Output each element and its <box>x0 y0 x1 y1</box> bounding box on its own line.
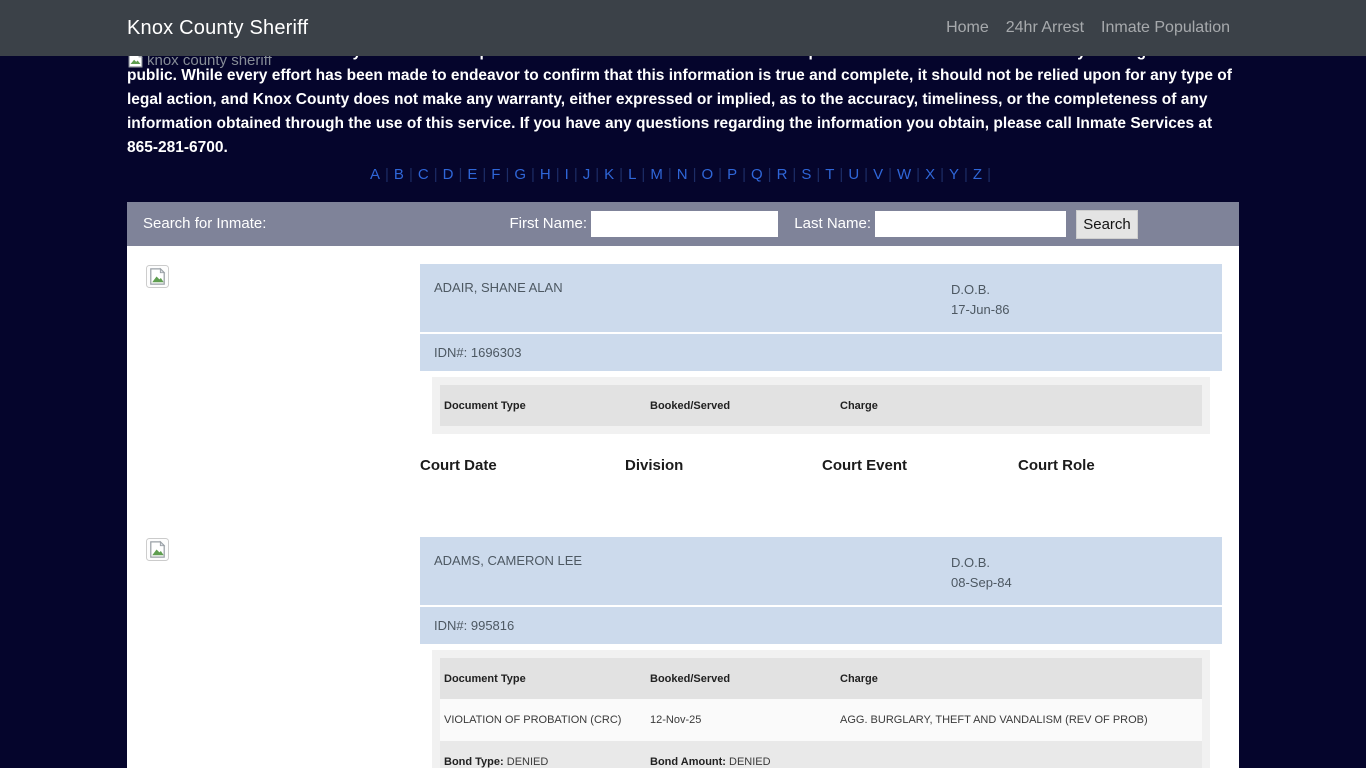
dob-block: D.O.B. 17-Jun-86 <box>951 280 1010 320</box>
inmate-name-panel[interactable]: ADAIR, SHANE ALAN D.O.B. 17-Jun-86 <box>420 264 1222 332</box>
search-button[interactable]: Search <box>1076 210 1138 239</box>
col-charge: Charge <box>840 672 878 685</box>
document-table: Document Type Booked/Served Charge VIOLA… <box>432 650 1210 768</box>
last-name-label: Last Name: <box>794 215 871 232</box>
bond-type-cell: Bond Type: DENIED <box>440 756 650 768</box>
col-document-type: Document Type <box>444 672 526 685</box>
alphabet-link[interactable]: R <box>777 166 802 183</box>
idn-value: 995816 <box>470 618 515 633</box>
bond-amount-label: Bond Amount: <box>650 755 726 768</box>
document-table-header: Document Type Booked/Served Charge <box>440 385 1202 426</box>
alphabet-links: ABCDEFGHIJKLMNOPQRSTUVWXYZ <box>127 162 1239 186</box>
alphabet-link[interactable]: J <box>583 166 604 183</box>
alphabet-link[interactable]: H <box>540 166 565 183</box>
navbar-links: Home 24hr Arrest Inmate Population <box>946 0 1230 56</box>
col-court-date: Court Date <box>420 456 497 474</box>
dob-value: 08-Sep-84 <box>951 575 1012 590</box>
charge-document-type: VIOLATION OF PROBATION (CRC) <box>444 714 622 726</box>
bond-type-value: DENIED <box>506 755 549 768</box>
broken-photo-icon <box>146 538 169 561</box>
first-name-input[interactable] <box>591 211 778 237</box>
nav-link[interactable]: Home <box>946 19 989 37</box>
charge-row: VIOLATION OF PROBATION (CRC) 12-Nov-25 A… <box>440 699 1202 741</box>
alphabet-link[interactable]: U <box>848 166 873 183</box>
charge-booked-served: 12-Nov-25 <box>650 714 702 726</box>
alphabet-link[interactable]: Y <box>949 166 973 183</box>
brand-title[interactable]: Knox County Sheriff <box>127 0 308 56</box>
alphabet-link[interactable]: A <box>370 166 394 183</box>
col-booked-served: Booked/Served <box>650 672 731 685</box>
col-court-role: Court Role <box>1018 456 1095 474</box>
alphabet-link[interactable]: Q <box>751 166 777 183</box>
col-division: Division <box>625 456 684 474</box>
inmate-name-panel[interactable]: ADAMS, CAMERON LEE D.O.B. 08-Sep-84 <box>420 537 1222 605</box>
first-name-label: First Name: <box>509 215 587 232</box>
inmate-search-bar: Search for Inmate: First Name: Last Name… <box>127 202 1239 246</box>
col-court-event: Court Event <box>822 456 908 474</box>
alphabet-link[interactable]: C <box>418 166 443 183</box>
bond-amount-value: DENIED <box>729 755 771 768</box>
alphabet-link[interactable]: N <box>677 166 702 183</box>
alphabet-link[interactable]: L <box>628 166 650 183</box>
idn-label: IDN#: <box>434 345 468 360</box>
alphabet-link[interactable]: T <box>825 166 848 183</box>
inmate-name: ADAIR, SHANE ALAN <box>434 280 563 295</box>
court-table-header: Court Date Division Court Event Court Ro… <box>420 450 1222 480</box>
idn-row: IDN#: 995816 <box>420 607 1222 644</box>
alphabet-link[interactable]: X <box>925 166 949 183</box>
col-charge: Charge <box>840 399 878 412</box>
broken-photo-icon <box>146 265 169 288</box>
alphabet-link[interactable]: D <box>443 166 468 183</box>
inmate-results: ADAIR, SHANE ALAN D.O.B. 17-Jun-86 IDN#:… <box>127 246 1239 768</box>
last-name-input[interactable] <box>875 211 1066 237</box>
alphabet-link[interactable]: V <box>873 166 897 183</box>
dob-label: D.O.B. <box>951 555 991 570</box>
charge-description: AGG. BURGLARY, THEFT AND VANDALISM (REV … <box>840 714 1148 726</box>
alphabet-link[interactable]: W <box>897 166 925 183</box>
alphabet-link[interactable]: B <box>394 166 418 183</box>
alphabet-link[interactable]: S <box>801 166 825 183</box>
alphabet-link[interactable]: M <box>650 166 676 183</box>
nav-link[interactable]: 24hr Arrest <box>1006 19 1084 37</box>
col-document-type: Document Type <box>444 399 526 412</box>
alphabet-link[interactable]: I <box>565 166 583 183</box>
page-container: knox county sheriff DISCLAIMER: The Knox… <box>127 0 1239 768</box>
idn-label: IDN#: <box>434 618 468 633</box>
top-navbar: Knox County Sheriff Home 24hr Arrest Inmat… <box>0 0 1366 56</box>
alphabet-link[interactable]: Z <box>973 166 996 183</box>
search-title: Search for Inmate: <box>143 215 267 232</box>
disclaimer-text: DISCLAIMER: The Knox County Sheriff's Of… <box>127 43 1232 156</box>
alphabet-link[interactable]: P <box>727 166 751 183</box>
dob-label: D.O.B. <box>951 282 991 297</box>
bond-type-label: Bond Type: <box>444 755 504 768</box>
dob-value: 17-Jun-86 <box>951 302 1010 317</box>
alphabet-link[interactable]: E <box>467 166 491 183</box>
alphabet-link[interactable]: K <box>604 166 628 183</box>
alphabet-link[interactable]: F <box>491 166 514 183</box>
document-table-header: Document Type Booked/Served Charge <box>440 658 1202 699</box>
nav-link[interactable]: Inmate Population <box>1101 19 1230 37</box>
bond-amount-cell: Bond Amount: DENIED <box>650 756 840 768</box>
document-table: Document Type Booked/Served Charge <box>432 377 1210 434</box>
idn-row: IDN#: 1696303 <box>420 334 1222 371</box>
dob-block: D.O.B. 08-Sep-84 <box>951 553 1012 593</box>
alphabet-link[interactable]: O <box>701 166 727 183</box>
bond-row: Bond Type: DENIED Bond Amount: DENIED <box>440 741 1202 768</box>
inmate-name: ADAMS, CAMERON LEE <box>434 553 583 568</box>
alphabet-link[interactable]: G <box>514 166 540 183</box>
idn-value: 1696303 <box>470 345 522 360</box>
col-booked-served: Booked/Served <box>650 399 731 412</box>
